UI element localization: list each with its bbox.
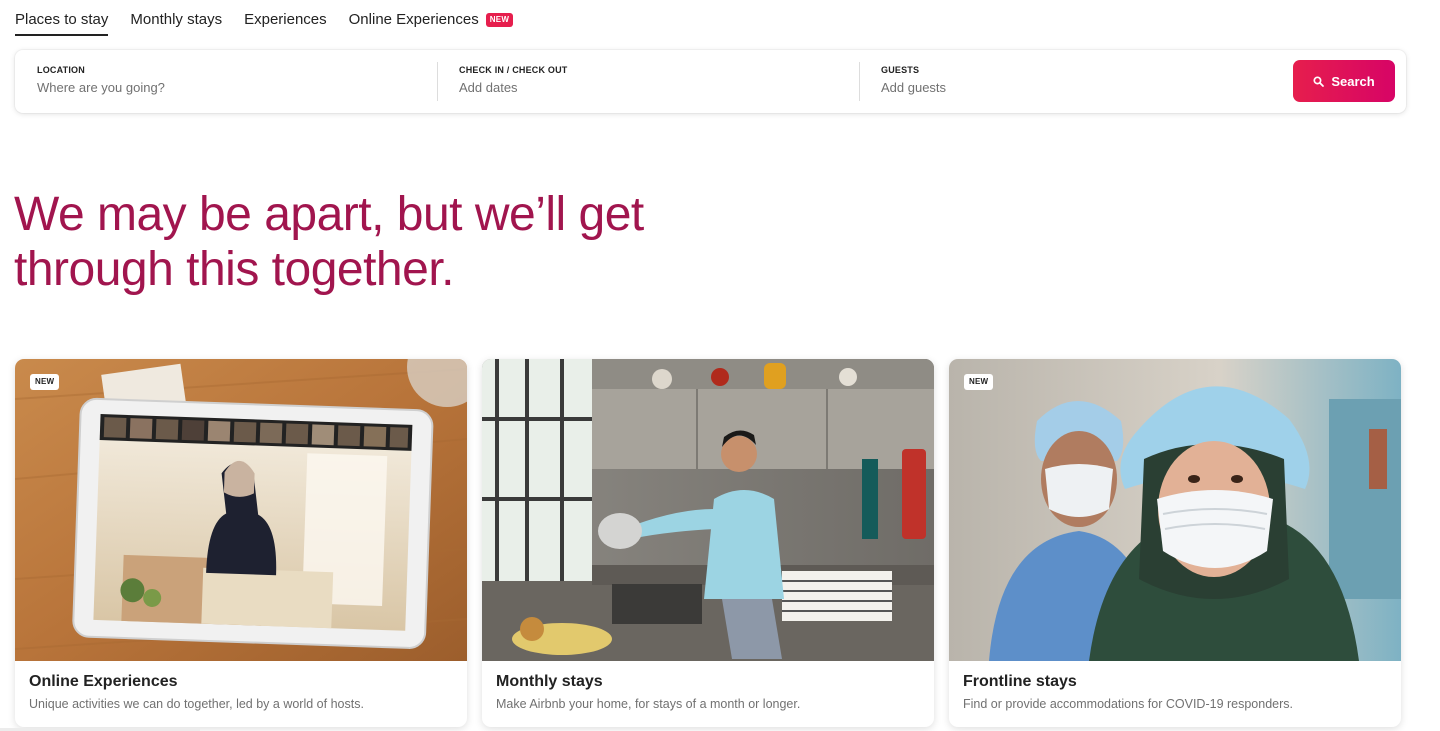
location-label: LOCATION: [37, 65, 85, 75]
location-field[interactable]: LOCATION: [15, 50, 437, 113]
card-description: Unique activities we can do together, le…: [29, 697, 364, 711]
tab-online-experiences[interactable]: Online Experiences NEW: [349, 9, 514, 36]
tab-monthly-stays[interactable]: Monthly stays: [130, 9, 222, 36]
medical-workers-photo: [949, 359, 1401, 661]
card-image: [482, 359, 934, 661]
location-input[interactable]: [37, 80, 417, 95]
dates-label: CHECK IN / CHECK OUT: [459, 65, 568, 75]
card-monthly-stays[interactable]: Monthly stays Make Airbnb your home, for…: [482, 359, 934, 727]
guests-field[interactable]: GUESTS: [859, 50, 1281, 113]
tab-label: Online Experiences: [348, 11, 479, 28]
tab-experiences[interactable]: Experiences: [244, 9, 327, 36]
tab-label: Monthly stays: [130, 11, 223, 28]
man-in-kitchen-photo: [482, 359, 934, 661]
tab-label: Places to stay: [15, 11, 109, 28]
guests-input[interactable]: [881, 80, 1261, 95]
search-button[interactable]: Search: [1293, 60, 1395, 102]
card-image: NEW: [15, 359, 467, 661]
new-badge: NEW: [30, 374, 60, 390]
search-button-label: Search: [1331, 73, 1375, 89]
dates-input[interactable]: [459, 80, 839, 95]
page: Places to stay Monthly stays Experiences…: [0, 0, 1440, 731]
card-online-experiences[interactable]: NEW Online Experiences Unique activities…: [15, 359, 467, 727]
search-icon: [1313, 75, 1325, 87]
new-badge: NEW: [485, 12, 514, 27]
new-badge: NEW: [964, 374, 994, 390]
tablet-video-call-photo: [15, 359, 467, 661]
tab-label: Experiences: [244, 11, 327, 28]
card-frontline-stays[interactable]: NEW Frontline stays Find or provide acco…: [949, 359, 1401, 727]
card-image: NEW: [949, 359, 1401, 661]
hero-headline: We may be apart, but we’ll get through t…: [14, 188, 644, 296]
guests-label: GUESTS: [881, 65, 920, 75]
card-title: Online Experiences: [29, 673, 178, 690]
category-tabs: Places to stay Monthly stays Experiences…: [15, 9, 514, 36]
card-description: Make Airbnb your home, for stays of a mo…: [496, 697, 801, 711]
card-description: Find or provide accommodations for COVID…: [963, 697, 1294, 711]
card-title: Frontline stays: [963, 673, 1077, 690]
card-title: Monthly stays: [496, 673, 603, 690]
tab-places-to-stay[interactable]: Places to stay: [15, 9, 109, 36]
dates-field[interactable]: CHECK IN / CHECK OUT: [437, 50, 859, 113]
search-bar: LOCATION CHECK IN / CHECK OUT GUESTS Sea…: [15, 50, 1406, 113]
feature-cards: NEW Online Experiences Unique activities…: [15, 359, 1401, 727]
